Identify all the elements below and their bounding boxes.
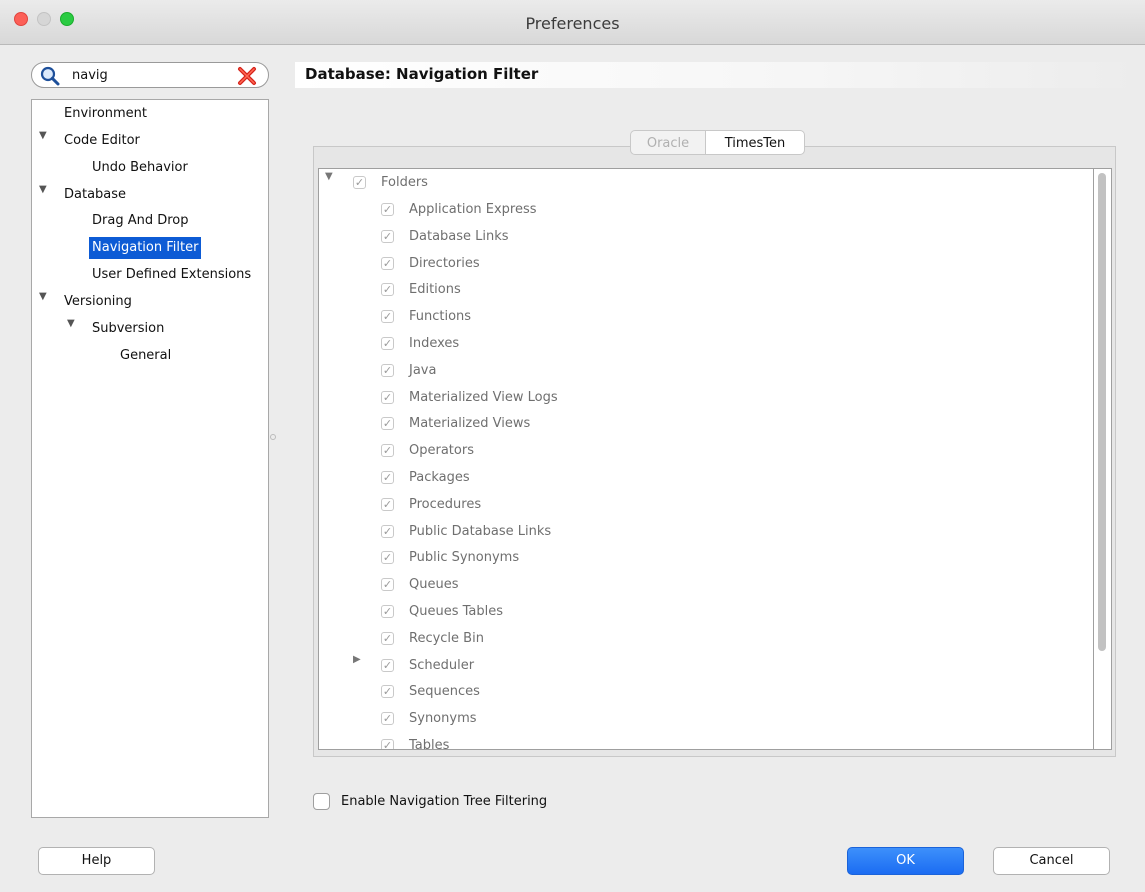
folder-tree: ▼ ✓ Folders ✓ Application Express ✓ Databas… [318,168,1094,750]
folder-item-label: Scheduler [409,657,475,673]
title-bar: Preferences [0,0,1145,45]
tree-item-label: Drag And Drop [92,213,189,228]
tree-item-undo-behavior[interactable]: Undo Behavior [89,157,191,179]
tree-item-code-editor[interactable]: Code Editor [61,130,143,152]
folder-checkbox[interactable]: ✓ [381,605,394,618]
ok-button[interactable]: OK [847,847,964,875]
preferences-tree: Environment ▼ Code Editor Undo Behavior … [31,99,269,818]
folder-item-label: Java [409,362,437,378]
tree-item-label: Code Editor [64,133,140,148]
tree-item-label: Undo Behavior [92,160,188,175]
folder-item-label: Materialized View Logs [409,389,558,405]
folder-item-label: Public Database Links [409,523,552,539]
folder-checkbox[interactable]: ✓ [381,310,394,324]
tree-item-user-defined-extensions[interactable]: User Defined Extensions [89,264,254,286]
folder-checkbox[interactable]: ✓ [381,551,394,565]
folder-item-label: Indexes [409,336,460,351]
expanded-triangle-icon[interactable]: ▼ [39,130,47,141]
tree-item-label: Navigation Filter [89,237,202,259]
folder-item-label: Queues [409,577,459,593]
clear-search-icon[interactable] [237,66,257,86]
expanded-triangle-icon[interactable]: ▼ [39,291,47,302]
tree-item-subversion[interactable]: Subversion [89,318,167,340]
folder-item-label: Sequences [409,684,480,700]
enable-filtering-label: Enable Navigation Tree Filtering [341,794,548,809]
tree-item-label: General [120,348,172,363]
tree-item-label: Environment [64,106,148,121]
expanded-triangle-icon[interactable]: ▼ [67,318,75,329]
folder-checkbox[interactable]: ✓ [381,497,394,511]
search-input[interactable] [72,66,222,84]
folder-checkbox[interactable]: ✓ [381,444,394,458]
help-button[interactable]: Help [38,847,155,875]
folders-checkbox[interactable]: ✓ [353,176,366,189]
tab-timesten[interactable]: TimesTen [705,130,805,155]
tree-item-database[interactable]: Database [61,184,129,206]
folder-checkbox[interactable]: ✓ [381,203,394,216]
folder-item-label: Directories [409,255,480,271]
folder-item-label: Tables [409,738,450,750]
tree-item-environment[interactable]: Environment [61,103,150,125]
tree-item-navigation-filter[interactable]: Navigation Filter [89,237,202,259]
folder-item-label: Application Express [409,202,537,217]
folder-item-label: Operators [409,443,474,459]
vertical-scrollbar[interactable] [1094,168,1112,750]
splitter-handle[interactable] [270,434,276,440]
window-title: Preferences [525,14,620,33]
folder-checkbox[interactable]: ✓ [381,417,394,431]
folder-item-label: Synonyms [409,711,477,727]
folder-item-label: Editions [409,282,461,298]
folder-checkbox[interactable]: ✓ [381,256,394,270]
tab-oracle[interactable]: Oracle [630,130,705,155]
folder-checkbox[interactable]: ✓ [381,685,394,699]
collapsed-triangle-icon[interactable]: ▶ [353,654,361,665]
folder-item-label: Queues Tables [409,604,504,619]
folder-checkbox[interactable]: ✓ [381,524,394,538]
tree-item-label: User Defined Extensions [92,267,252,282]
folder-checkbox[interactable]: ✓ [381,471,394,484]
tree-item-label: Versioning [64,294,132,309]
folder-checkbox[interactable]: ✓ [381,739,394,749]
folder-checkbox[interactable]: ✓ [381,658,394,672]
expanded-triangle-icon[interactable]: ▼ [325,171,333,182]
search-icon [40,66,60,86]
enable-filtering-checkbox[interactable] [313,793,330,810]
tree-item-label: Database [64,187,127,202]
folder-item-label: Packages [409,470,470,485]
folder-item-label: Recycle Bin [409,630,484,646]
tree-item-drag-and-drop[interactable]: Drag And Drop [89,210,192,232]
tree-item-versioning[interactable]: Versioning [61,291,135,313]
scrollbar-thumb[interactable] [1098,173,1106,651]
tree-item-label: Subversion [92,321,165,336]
tree-item-general[interactable]: General [117,345,174,367]
folder-item-label: Database Links [409,228,509,244]
page-title: Database: Navigation Filter [305,65,539,83]
search-field[interactable] [31,62,269,88]
folder-checkbox[interactable]: ✓ [381,283,394,297]
folder-item-label: Procedures [409,496,482,512]
folder-item-label: Public Synonyms [409,550,520,566]
folder-checkbox[interactable]: ✓ [381,229,394,243]
tab-bar: Oracle TimesTen [630,130,805,155]
cancel-button[interactable]: Cancel [993,847,1110,875]
folder-checkbox[interactable]: ✓ [381,712,394,726]
expanded-triangle-icon[interactable]: ▼ [39,184,47,195]
folders-label: Folders [381,175,428,190]
folder-checkbox[interactable]: ✓ [381,337,394,350]
folder-checkbox[interactable]: ✓ [381,631,394,645]
folder-checkbox[interactable]: ✓ [381,363,394,377]
folder-item-label: Materialized Views [409,416,531,432]
folder-item-label: Functions [409,309,472,325]
panel-header: Database: Navigation Filter [295,62,1145,88]
folder-checkbox[interactable]: ✓ [381,578,394,592]
folder-checkbox[interactable]: ✓ [381,390,394,404]
